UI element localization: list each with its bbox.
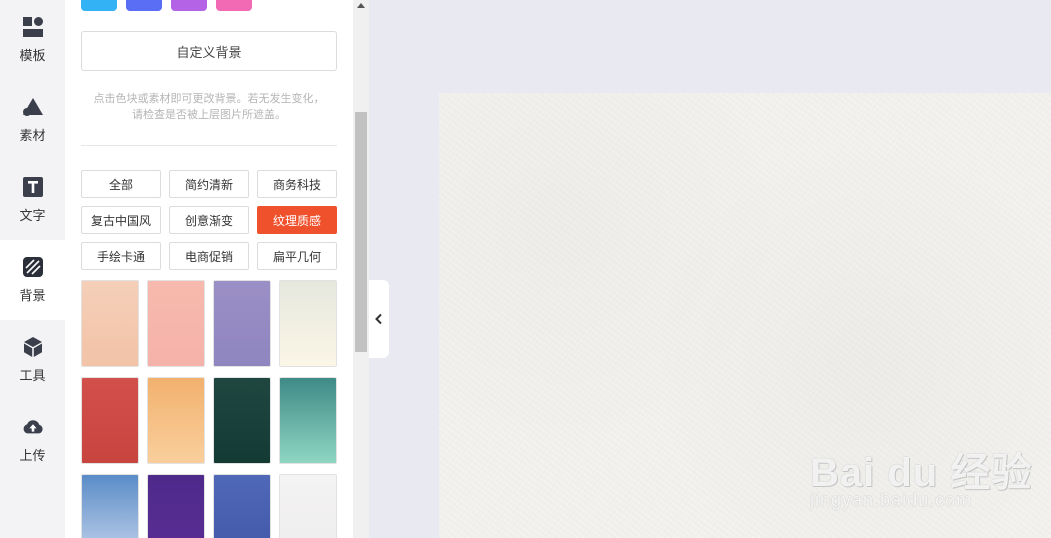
category-all[interactable]: 全部 [81,170,161,198]
left-nav-rail: 模板 素材 文字 背景 工具 上传 [0,0,65,538]
background-thumbnail[interactable] [213,280,271,367]
shapes-icon [22,96,44,118]
category-creative-gradient[interactable]: 创意渐变 [169,206,249,234]
background-thumbnail-grid [81,280,337,538]
template-icon [22,16,44,38]
nav-item-label: 模板 [19,49,46,64]
background-thumbnail[interactable] [279,280,337,367]
nav-item-text[interactable]: 文字 [0,160,65,240]
nav-item-upload[interactable]: 上传 [0,400,65,480]
background-thumbnail[interactable] [147,474,205,538]
category-simple-fresh[interactable]: 简约清新 [169,170,249,198]
cube-icon [22,336,44,358]
divider [81,145,337,146]
background-icon [22,256,44,278]
background-thumbnail[interactable] [147,377,205,464]
background-thumbnail[interactable] [81,280,139,367]
background-thumbnail[interactable] [213,474,271,538]
text-icon [22,176,44,198]
watermark-url: jingyan.baidu.com [810,490,973,510]
background-thumbnail[interactable] [81,377,139,464]
category-texture[interactable]: 纹理质感 [257,206,337,234]
collapse-panel-button[interactable] [369,280,389,358]
background-thumbnail[interactable] [213,377,271,464]
scrollbar-thumb[interactable] [355,112,367,352]
category-filter: 全部 简约清新 商务科技 复古中国风 创意渐变 纹理质感 手绘卡通 电商促销 扁… [81,170,341,270]
nav-item-template[interactable]: 模板 [0,0,65,80]
background-thumbnail[interactable] [279,474,337,538]
category-flat-geometry[interactable]: 扁平几何 [257,242,337,270]
nav-item-label: 工具 [19,369,46,384]
watermark: Bai du 经验 jingyan.baidu.com [810,440,1040,520]
hint-text: 点击色块或素材即可更改背景。若无发生变化， 请检查是否被上层图片所遮盖。 [75,91,343,123]
hint-line: 请检查是否被上层图片所遮盖。 [132,108,286,121]
nav-item-material[interactable]: 素材 [0,80,65,160]
nav-item-background[interactable]: 背景 [0,240,65,320]
scroll-up-arrow-icon[interactable] [357,3,365,8]
color-swatch[interactable] [81,0,117,11]
hint-line: 点击色块或素材即可更改背景。若无发生变化， [93,92,325,105]
background-thumbnail[interactable] [147,280,205,367]
custom-background-button[interactable]: 自定义背景 [81,31,337,71]
background-panel: 自定义背景 点击色块或素材即可更改背景。若无发生变化， 请检查是否被上层图片所遮… [65,0,353,538]
category-hand-drawn[interactable]: 手绘卡通 [81,242,161,270]
category-ecommerce[interactable]: 电商促销 [169,242,249,270]
nav-item-label: 背景 [19,289,46,304]
color-swatch-row [81,0,252,11]
color-swatch[interactable] [216,0,252,11]
nav-item-tools[interactable]: 工具 [0,320,65,400]
nav-item-label: 文字 [19,209,46,224]
background-thumbnail[interactable] [81,474,139,538]
category-business-tech[interactable]: 商务科技 [257,170,337,198]
color-swatch[interactable] [126,0,162,11]
nav-item-label: 素材 [19,129,46,144]
background-thumbnail[interactable] [279,377,337,464]
category-retro-chinese[interactable]: 复古中国风 [81,206,161,234]
cloud-upload-icon [22,416,44,438]
chevron-left-icon [374,310,384,329]
color-swatch[interactable] [171,0,207,11]
nav-item-label: 上传 [19,449,46,464]
panel-scrollbar[interactable] [353,0,369,538]
